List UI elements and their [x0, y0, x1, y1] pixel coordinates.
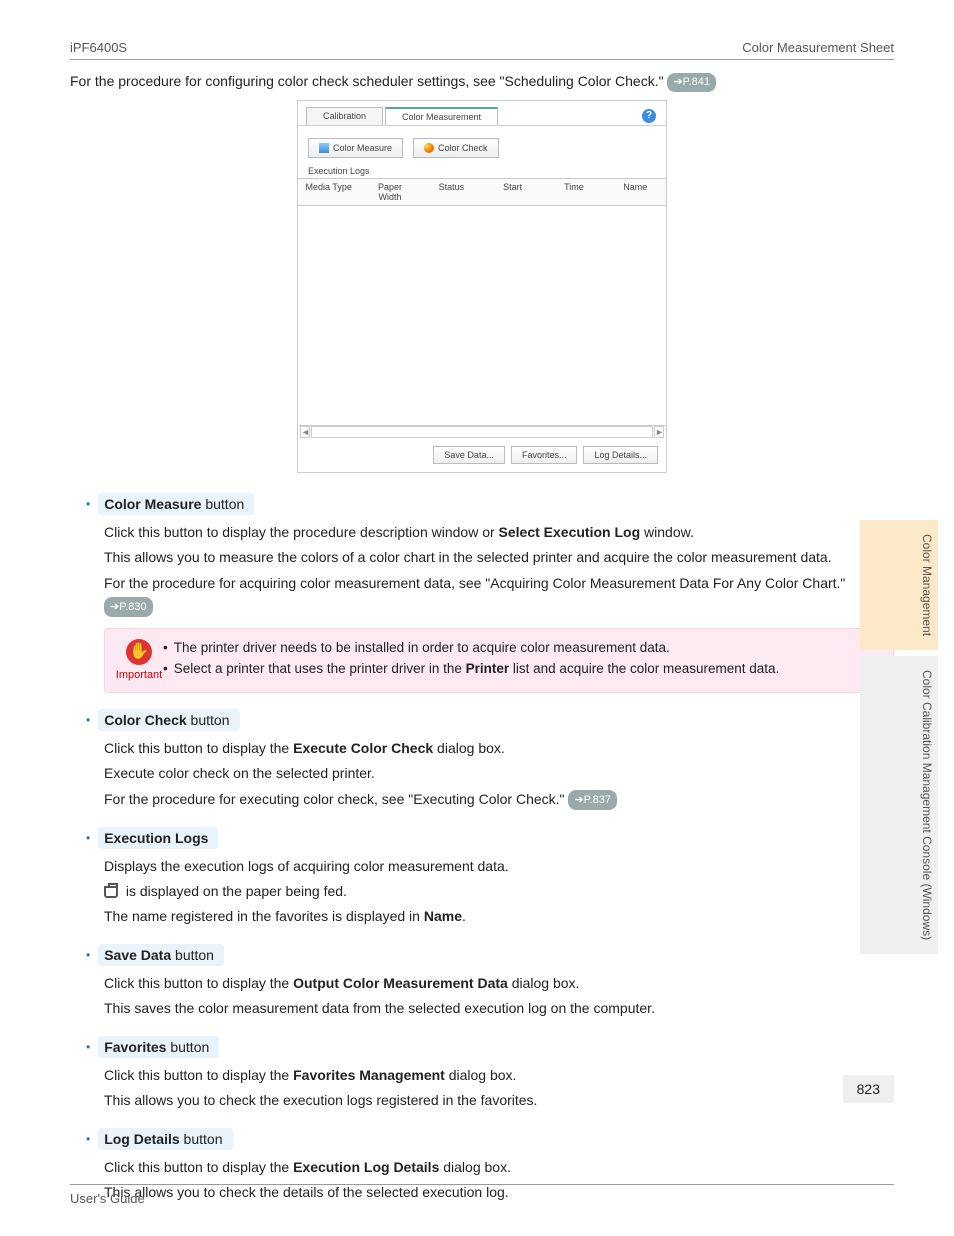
section-heading: •Favorites button	[70, 1036, 894, 1058]
page-ref-pill[interactable]: ➔P.830	[104, 597, 153, 617]
scrollbar[interactable]: ◄►	[298, 426, 666, 438]
body-text: Click this button to display the Output …	[104, 972, 894, 995]
save-data-button[interactable]: Save Data...	[433, 446, 505, 464]
page-header: iPF6400S Color Measurement Sheet	[70, 40, 894, 60]
important-note: ✋Important•The printer driver needs to b…	[104, 628, 894, 694]
embedded-screenshot: Calibration Color Measurement ? Color Me…	[297, 100, 667, 473]
table-body	[298, 206, 666, 426]
table-header: Media Type Paper Width Status Start Time…	[298, 178, 666, 206]
check-icon	[424, 143, 434, 153]
body-text: This allows you to check the execution l…	[104, 1089, 894, 1112]
header-left: iPF6400S	[70, 40, 127, 55]
body-text: Execute color check on the selected prin…	[104, 762, 894, 785]
side-tabs: Color Management Color Calibration Manag…	[860, 520, 938, 954]
body-text: The name registered in the favorites is …	[104, 905, 894, 928]
section-heading: •Color Check button	[70, 709, 894, 731]
body-text: Click this button to display the Favorit…	[104, 1064, 894, 1087]
color-measure-button[interactable]: Color Measure	[308, 138, 403, 158]
log-details-button[interactable]: Log Details...	[583, 446, 658, 464]
body-text: Click this button to display the Execute…	[104, 737, 894, 760]
important-icon: ✋	[126, 639, 152, 665]
section-heading: •Save Data button	[70, 944, 894, 966]
tab-calibration[interactable]: Calibration	[306, 107, 383, 125]
section-heading: •Execution Logs	[70, 827, 894, 849]
section-heading: •Log Details button	[70, 1128, 894, 1150]
paper-feed-icon	[104, 886, 118, 898]
page-ref-pill[interactable]: ➔P.841	[667, 73, 716, 93]
body-text: Displays the execution logs of acquiring…	[104, 855, 894, 878]
section-heading: •Color Measure button	[70, 493, 894, 515]
body-text: For the procedure for acquiring color me…	[104, 572, 894, 618]
body-text: is displayed on the paper being fed.	[104, 880, 894, 903]
body-text: Click this button to display the Executi…	[104, 1156, 894, 1179]
measure-icon	[319, 143, 329, 153]
page-ref-pill[interactable]: ➔P.837	[568, 790, 617, 810]
side-tab-calibration-console[interactable]: Color Calibration Management Console (Wi…	[860, 656, 938, 954]
body-text: This allows you to measure the colors of…	[104, 546, 894, 569]
tab-color-measurement[interactable]: Color Measurement	[385, 107, 498, 125]
body-text: For the procedure for executing color ch…	[104, 788, 894, 811]
execution-logs-label: Execution Logs	[298, 164, 666, 178]
body-text: This saves the color measurement data fr…	[104, 997, 894, 1020]
header-right: Color Measurement Sheet	[742, 40, 894, 55]
page-number: 823	[843, 1075, 894, 1103]
color-check-button[interactable]: Color Check	[413, 138, 499, 158]
side-tab-color-management[interactable]: Color Management	[860, 520, 938, 650]
footer: User's Guide	[70, 1184, 894, 1206]
intro-text: For the procedure for configuring color …	[70, 70, 894, 92]
body-text: Click this button to display the procedu…	[104, 521, 894, 544]
help-icon[interactable]: ?	[642, 109, 656, 123]
favorites-button[interactable]: Favorites...	[511, 446, 578, 464]
